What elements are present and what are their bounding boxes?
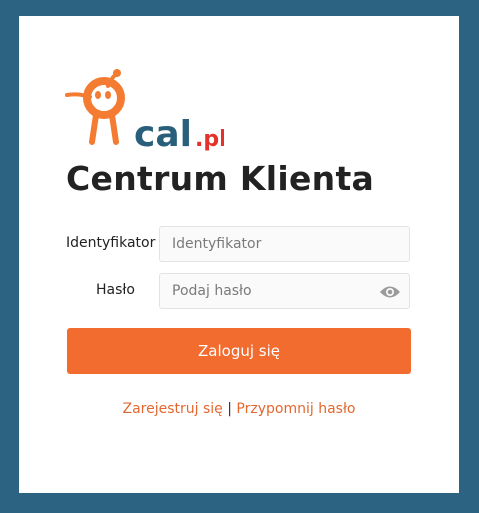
- logo-wordmark: cal: [134, 114, 192, 152]
- identifier-input[interactable]: [159, 226, 410, 262]
- login-card: cal .pl Centrum Klienta Identyfikator Ha…: [19, 16, 459, 493]
- login-button[interactable]: Zaloguj się: [67, 328, 411, 374]
- eye-icon[interactable]: [379, 285, 401, 299]
- links-separator: |: [227, 401, 232, 417]
- register-link[interactable]: Zarejestruj się: [123, 401, 223, 417]
- logo-suffix: .pl: [195, 127, 224, 152]
- cal-pl-logo: cal .pl: [65, 69, 224, 152]
- identifier-label: Identyfikator: [66, 235, 156, 251]
- footer-links: Zarejestruj się | Przypomnij hasło: [19, 401, 459, 417]
- password-label: Hasło: [96, 282, 135, 298]
- password-input[interactable]: [159, 273, 410, 309]
- page-title: Centrum Klienta: [66, 159, 375, 198]
- remind-password-link[interactable]: Przypomnij hasło: [236, 401, 355, 417]
